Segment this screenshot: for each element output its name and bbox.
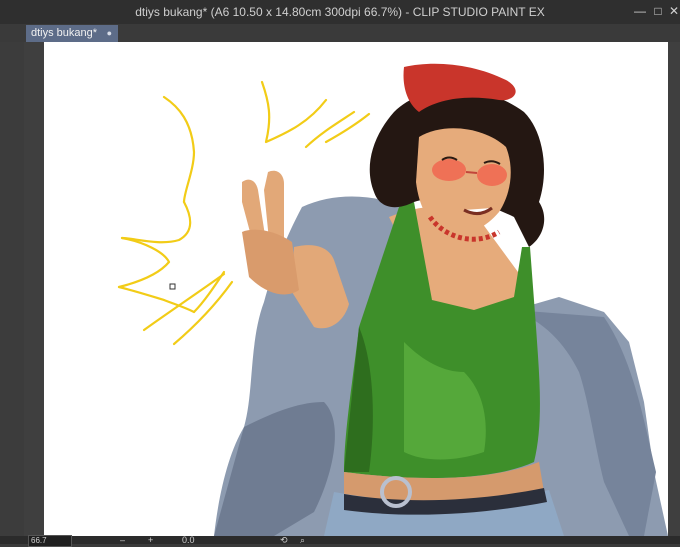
artwork bbox=[117, 63, 668, 536]
glasses-left-lens bbox=[432, 159, 466, 181]
cursor-icon bbox=[169, 283, 176, 290]
glasses-bridge bbox=[465, 171, 478, 174]
window-title: dtiys bukang* (A6 10.50 x 14.80cm 300dpi… bbox=[135, 5, 545, 19]
drawing-canvas[interactable] bbox=[44, 42, 668, 536]
title-bar: dtiys bukang* (A6 10.50 x 14.80cm 300dpi… bbox=[0, 0, 680, 24]
glasses-right-lens bbox=[477, 164, 507, 186]
modified-dot-icon[interactable]: ● bbox=[107, 25, 112, 42]
tab-document[interactable]: dtiys bukang* ● bbox=[26, 25, 118, 42]
rotate-icon[interactable]: ⟲ bbox=[280, 535, 288, 546]
status-bar: 66.7 – + 0.0 ⟲ ⌕ bbox=[0, 535, 680, 547]
zoom-field[interactable]: 66.7 bbox=[28, 535, 72, 547]
tab-bar: dtiys bukang* ● bbox=[0, 24, 680, 42]
minimize-icon[interactable]: — bbox=[632, 3, 648, 19]
tab-label: dtiys bukang* bbox=[31, 27, 98, 39]
maximize-icon[interactable]: □ bbox=[650, 3, 666, 19]
left-gutter bbox=[0, 42, 24, 536]
close-icon[interactable]: ✕ bbox=[666, 3, 680, 19]
zoom-tool-icon[interactable]: ⌕ bbox=[300, 535, 305, 546]
